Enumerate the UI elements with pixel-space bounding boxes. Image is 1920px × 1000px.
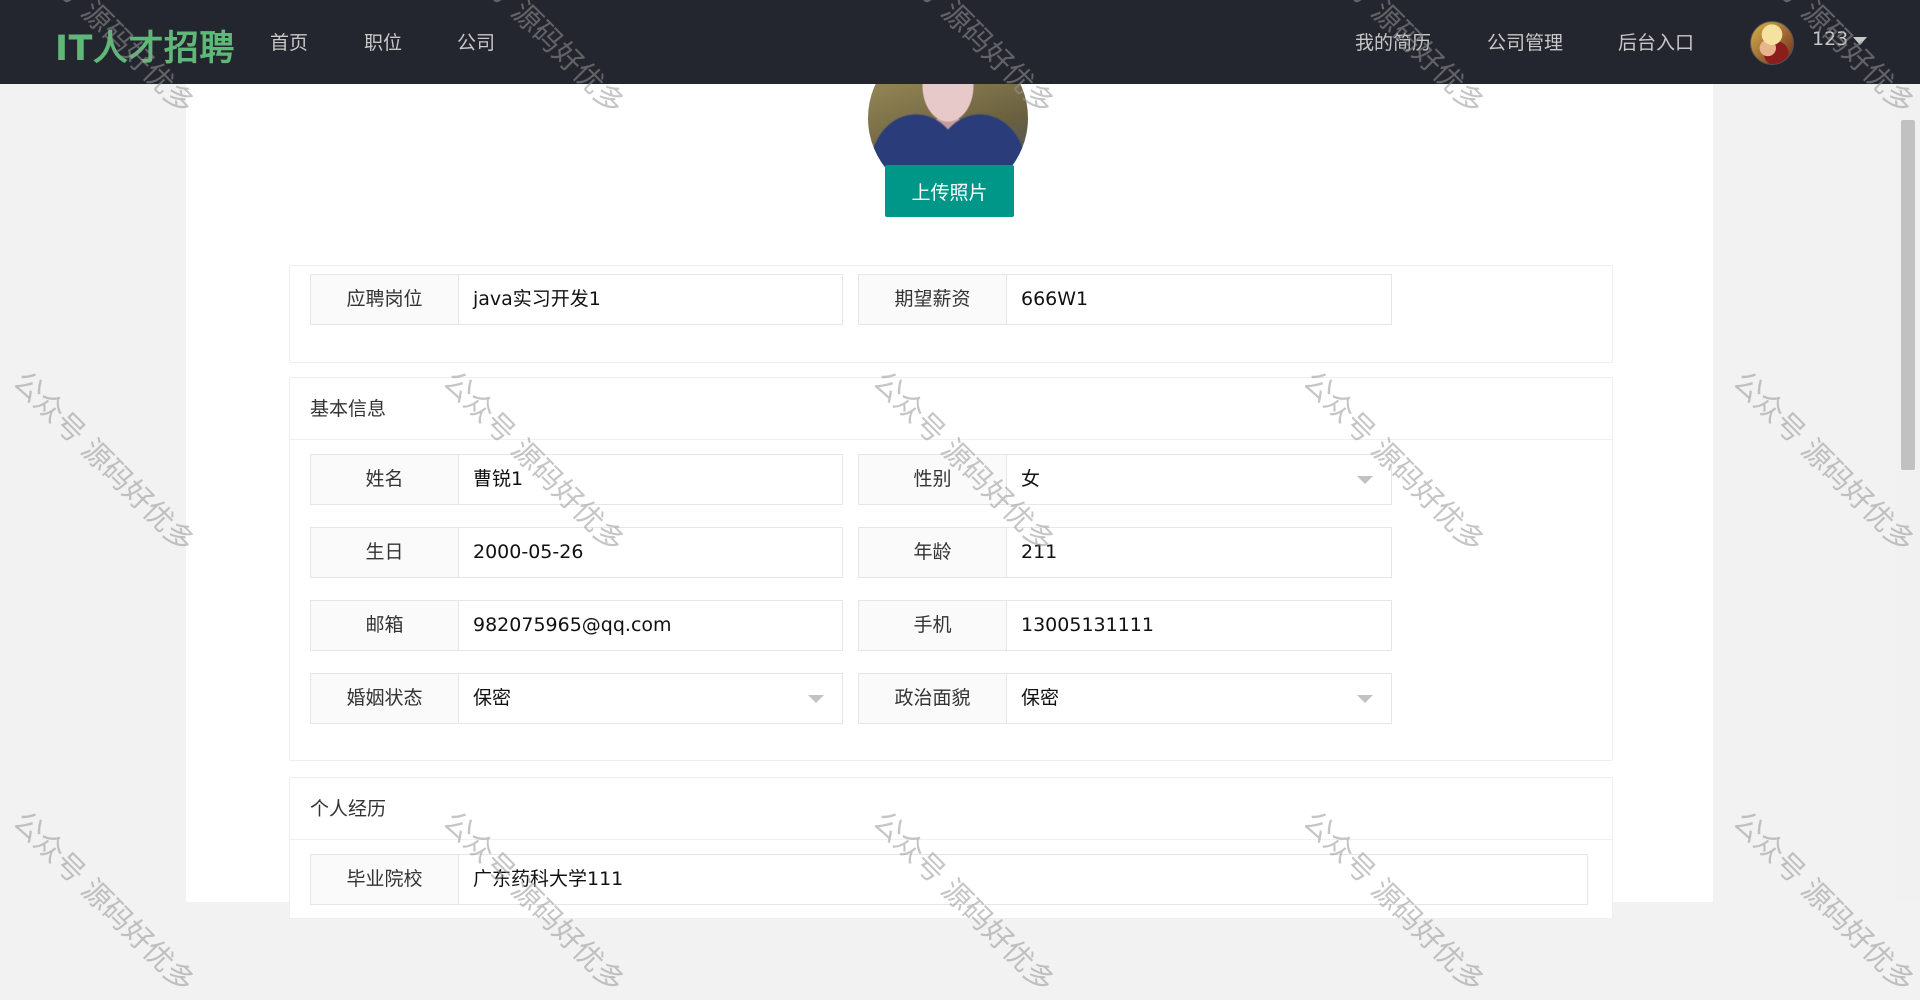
nav-home[interactable]: 首页 <box>270 28 308 55</box>
chevron-down-icon[interactable] <box>1853 37 1867 45</box>
marital-select[interactable]: 保密 <box>459 673 843 724</box>
chevron-down-icon[interactable] <box>1357 476 1373 484</box>
birthday-field: 生日 2000-05-26 <box>310 527 843 578</box>
age-input[interactable]: 211 <box>1007 527 1392 578</box>
nav-admin-entry[interactable]: 后台入口 <box>1618 28 1694 55</box>
top-navbar: IT人才招聘 首页 职位 公司 我的简历 公司管理 后台入口 123 <box>0 0 1920 84</box>
gender-label: 性别 <box>858 454 1007 505</box>
nav-my-resume[interactable]: 我的简历 <box>1355 28 1431 55</box>
school-field: 毕业院校 广东药科大学111 <box>310 854 1588 905</box>
watermark: 公众号 源码好优多 <box>1726 804 1920 999</box>
nav-jobs[interactable]: 职位 <box>364 28 402 55</box>
email-field: 邮箱 982075965@qq.com <box>310 600 843 651</box>
email-label: 邮箱 <box>310 600 459 651</box>
marital-label: 婚姻状态 <box>310 673 459 724</box>
salary-field: 期望薪资 666W1 <box>858 274 1392 325</box>
age-label: 年龄 <box>858 527 1007 578</box>
position-field: 应聘岗位 java实习开发1 <box>310 274 843 325</box>
watermark: 公众号 源码好优多 <box>6 804 202 999</box>
phone-label: 手机 <box>858 600 1007 651</box>
birthday-label: 生日 <box>310 527 459 578</box>
user-avatar[interactable] <box>1750 21 1794 65</box>
upload-photo-button[interactable]: 上传照片 <box>885 165 1014 217</box>
watermark: 公众号 源码好优多 <box>1726 364 1920 559</box>
gender-select[interactable]: 女 <box>1007 454 1392 505</box>
age-field: 年龄 211 <box>858 527 1392 578</box>
name-field: 姓名 曹锐1 <box>310 454 843 505</box>
political-select[interactable]: 保密 <box>1007 673 1392 724</box>
email-input[interactable]: 982075965@qq.com <box>459 600 843 651</box>
name-input[interactable]: 曹锐1 <box>459 454 843 505</box>
political-field: 政治面貌 保密 <box>858 673 1392 724</box>
birthday-input[interactable]: 2000-05-26 <box>459 527 843 578</box>
position-label: 应聘岗位 <box>310 274 459 325</box>
nav-company-manage[interactable]: 公司管理 <box>1487 28 1563 55</box>
phone-input[interactable]: 13005131111 <box>1007 600 1392 651</box>
name-label: 姓名 <box>310 454 459 505</box>
school-label: 毕业院校 <box>310 854 459 905</box>
chevron-down-icon[interactable] <box>1357 695 1373 703</box>
chevron-down-icon[interactable] <box>808 695 824 703</box>
gender-value: 女 <box>1021 468 1041 490</box>
experience-title: 个人经历 <box>290 778 1612 840</box>
salary-input[interactable]: 666W1 <box>1007 274 1392 325</box>
marital-field: 婚姻状态 保密 <box>310 673 843 724</box>
watermark: 公众号 源码好优多 <box>6 364 202 559</box>
site-logo[interactable]: IT人才招聘 <box>55 20 235 71</box>
position-input[interactable]: java实习开发1 <box>459 274 843 325</box>
political-label: 政治面貌 <box>858 673 1007 724</box>
gender-field: 性别 女 <box>858 454 1392 505</box>
school-input[interactable]: 广东药科大学111 <box>459 854 1588 905</box>
basic-info-title: 基本信息 <box>290 378 1612 440</box>
nav-companies[interactable]: 公司 <box>457 28 495 55</box>
phone-field: 手机 13005131111 <box>858 600 1392 651</box>
user-name[interactable]: 123 <box>1812 28 1848 50</box>
salary-label: 期望薪资 <box>858 274 1007 325</box>
political-value: 保密 <box>1021 687 1060 709</box>
scrollbar-thumb[interactable] <box>1901 120 1915 470</box>
marital-value: 保密 <box>473 687 512 709</box>
